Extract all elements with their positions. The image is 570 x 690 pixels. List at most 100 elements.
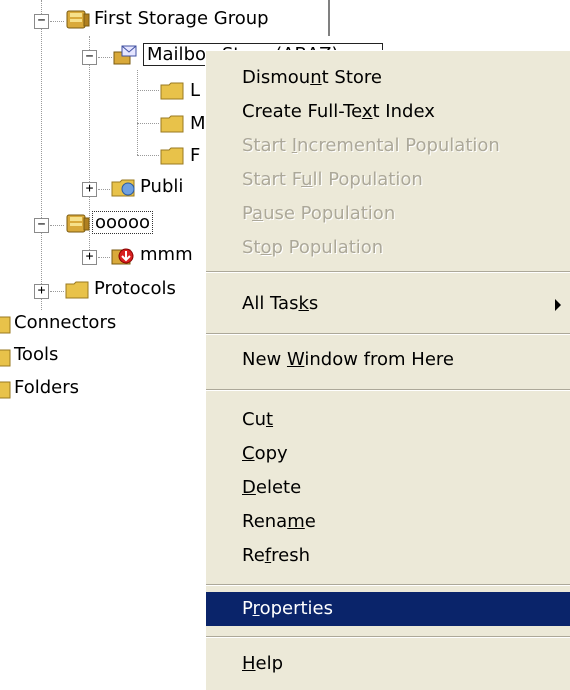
menu-label: Start <box>242 135 292 156</box>
tree-item-ooooo[interactable]: ooooo <box>92 211 154 234</box>
menu-item-create-full-text-index[interactable]: Create Full-Text Index <box>206 95 570 129</box>
menu-separator <box>206 333 570 335</box>
menu-item-start-incremental-population: Start Incremental Population <box>206 129 570 163</box>
menu-label: ncremental Population <box>297 135 500 156</box>
menu-accel: u <box>301 169 313 190</box>
menu-label: Cu <box>242 409 266 430</box>
tree-item-m[interactable]: M <box>190 113 206 134</box>
tree-item-protocols[interactable]: Protocols <box>94 278 176 299</box>
menu-item-refresh[interactable]: Refresh <box>206 539 570 573</box>
storage-group-icon <box>66 10 90 29</box>
menu-item-all-tasks[interactable]: All Tasks <box>206 287 570 321</box>
tree-connector <box>50 225 64 226</box>
menu-item-pause-population: Pause Population <box>206 197 570 231</box>
menu-label: P <box>242 203 253 224</box>
menu-separator <box>206 584 570 586</box>
tree-connector <box>98 57 112 58</box>
menu-item-new-window-from-here[interactable]: New Window from Here <box>206 343 570 377</box>
menu-accel: k <box>298 293 309 314</box>
expand-toggle[interactable]: + <box>82 250 97 265</box>
tree-connector <box>137 90 159 91</box>
menu-item-cut[interactable]: Cut <box>206 403 570 437</box>
expand-toggle[interactable]: + <box>34 284 49 299</box>
menu-label: resh <box>271 545 310 566</box>
tree-connector <box>137 123 159 124</box>
menu-accel: t <box>265 409 274 430</box>
menu-label: ll Population <box>312 169 423 190</box>
tree-item-mmm[interactable]: mmm <box>140 244 193 265</box>
menu-item-start-full-population: Start Full Population <box>206 163 570 197</box>
menu-label: Dismou <box>242 67 311 88</box>
menu-item-copy[interactable]: Copy <box>206 437 570 471</box>
menu-item-stop-population: Stop Population <box>206 231 570 265</box>
menu-label: Re <box>242 545 265 566</box>
menu-label: t Index <box>372 101 435 122</box>
tree-item-public[interactable]: Publi <box>140 176 183 197</box>
public-folder-icon <box>111 179 135 197</box>
storage-group-icon <box>66 214 90 233</box>
tree-connector <box>89 36 90 236</box>
menu-accel: W <box>286 349 305 370</box>
menu-accel: C <box>242 443 255 464</box>
menu-label: t Store <box>321 67 382 88</box>
collapse-toggle[interactable]: − <box>34 14 49 29</box>
menu-label: St <box>242 237 261 258</box>
menu-accel: D <box>242 477 256 498</box>
folder-icon <box>0 381 11 399</box>
menu-separator <box>206 271 570 273</box>
mailbox-store-dismounted-icon <box>111 248 134 265</box>
menu-label: elete <box>255 477 302 498</box>
context-menu: Dismount Store Create Full-Text Index St… <box>205 50 570 690</box>
submenu-arrow-icon <box>555 299 561 311</box>
tree-connector <box>98 257 110 258</box>
menu-label: opy <box>254 443 288 464</box>
tree-connector <box>50 291 64 292</box>
expand-toggle[interactable]: + <box>82 182 97 197</box>
tree-connector <box>50 21 64 22</box>
menu-label: New <box>242 349 287 370</box>
menu-separator <box>206 389 570 391</box>
tree-connector <box>41 0 42 310</box>
menu-label: Start F <box>242 169 302 190</box>
menu-label: operties <box>259 598 333 619</box>
menu-accel: m <box>287 511 305 532</box>
tree-item-folders[interactable]: Folders <box>14 377 79 398</box>
menu-accel: n <box>310 67 322 88</box>
menu-label: All Tas <box>242 293 299 314</box>
collapse-toggle[interactable]: − <box>82 50 97 65</box>
tree-connector <box>137 70 138 155</box>
folder-icon <box>160 147 184 165</box>
tree-item-tools[interactable]: Tools <box>14 344 58 365</box>
menu-accel: H <box>242 653 256 674</box>
folder-icon <box>160 115 184 133</box>
tree-connector <box>98 189 110 190</box>
menu-item-delete[interactable]: Delete <box>206 471 570 505</box>
menu-label: s <box>308 293 319 314</box>
mailbox-store-icon <box>113 45 137 65</box>
menu-label: indow from Here <box>304 349 454 370</box>
menu-item-help[interactable]: Help <box>206 647 570 681</box>
tree-item-l[interactable]: L <box>190 80 200 101</box>
tree-item-f[interactable]: F <box>190 145 200 166</box>
menu-label: P <box>242 598 253 619</box>
collapse-toggle[interactable]: − <box>34 218 49 233</box>
menu-item-properties[interactable]: Properties <box>206 592 570 626</box>
folder-icon <box>65 281 89 299</box>
menu-item-rename[interactable]: Rename <box>206 505 570 539</box>
menu-label: Create Full-Te <box>242 101 362 122</box>
menu-accel: o <box>260 237 272 258</box>
tree-connector <box>137 155 159 156</box>
menu-accel: r <box>252 598 260 619</box>
menu-label: elp <box>255 653 284 674</box>
menu-item-dismount-store[interactable]: Dismount Store <box>206 61 570 95</box>
tree-item-first-storage-group[interactable]: First Storage Group <box>94 8 269 29</box>
folder-icon <box>0 349 11 367</box>
menu-label: e <box>304 511 316 532</box>
menu-separator <box>206 636 570 638</box>
folder-icon <box>160 82 184 100</box>
menu-accel: a <box>252 203 264 224</box>
tree-item-connectors[interactable]: Connectors <box>14 312 116 333</box>
menu-label: Rena <box>242 511 288 532</box>
menu-accel: x <box>361 101 373 122</box>
menu-label: p Population <box>271 237 384 258</box>
